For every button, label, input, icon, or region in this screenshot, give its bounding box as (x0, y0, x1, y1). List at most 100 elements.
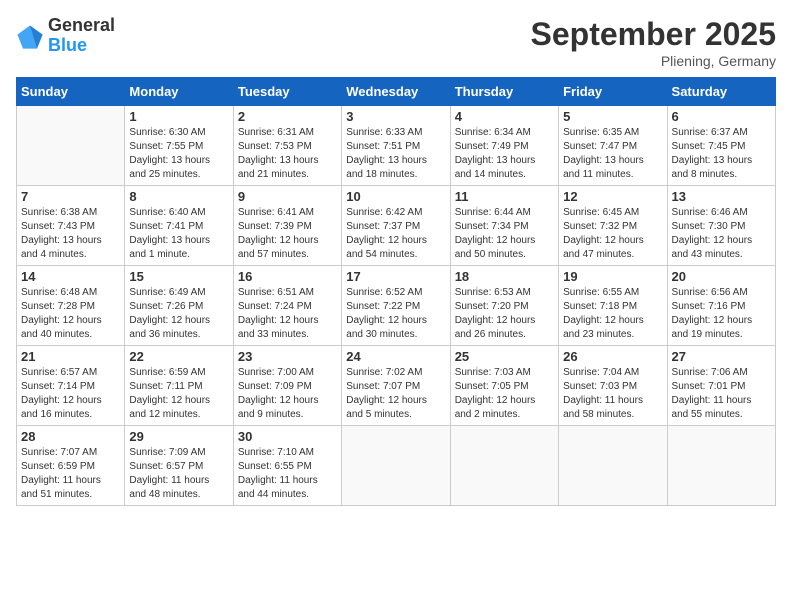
month-title: September 2025 (531, 16, 776, 53)
calendar-table: SundayMondayTuesdayWednesdayThursdayFrid… (16, 77, 776, 506)
day-info: Sunrise: 7:00 AM Sunset: 7:09 PM Dayligh… (238, 366, 337, 422)
day-cell: 9Sunrise: 6:41 AM Sunset: 7:39 PM Daylig… (233, 186, 341, 266)
header-thursday: Thursday (450, 78, 558, 106)
day-info: Sunrise: 7:09 AM Sunset: 6:57 PM Dayligh… (129, 446, 228, 502)
day-cell: 24 Sunrise: 7:02 AM Sunset: 7:07 PM Dayli… (342, 346, 450, 426)
logo-icon (16, 22, 44, 50)
logo-blue-text: Blue (48, 36, 115, 56)
day-number: 16 (238, 269, 337, 284)
day-number: 5 (563, 109, 662, 124)
day-cell: 27 Sunrise: 7:06 AM Sunset: 7:01 PM Dayli… (667, 346, 775, 426)
day-number: 1 (129, 109, 228, 124)
day-cell: 6 Sunrise: 6:37 AM Sunset: 7:45 PM Daylig… (667, 106, 775, 186)
day-number: 15 (129, 269, 228, 284)
day-cell (667, 426, 775, 506)
day-cell: 19 Sunrise: 6:55 AM Sunset: 7:18 PM Dayli… (559, 266, 667, 346)
day-cell: 16 Sunrise: 6:51 AM Sunset: 7:24 PM Dayli… (233, 266, 341, 346)
day-cell: 14Sunrise: 6:48 AM Sunset: 7:28 PM Dayli… (17, 266, 125, 346)
day-info: Sunrise: 7:06 AM Sunset: 7:01 PM Dayligh… (672, 366, 771, 422)
day-cell: 10 Sunrise: 6:42 AM Sunset: 7:37 PM Dayli… (342, 186, 450, 266)
day-cell: 26Sunrise: 7:04 AM Sunset: 7:03 PM Dayli… (559, 346, 667, 426)
day-cell (342, 426, 450, 506)
day-cell (450, 426, 558, 506)
day-info: Sunrise: 7:02 AM Sunset: 7:07 PM Dayligh… (346, 366, 445, 422)
logo: General Blue (16, 16, 115, 56)
day-info: Sunrise: 6:45 AM Sunset: 7:32 PM Dayligh… (563, 206, 662, 262)
day-cell: 17Sunrise: 6:52 AM Sunset: 7:22 PM Dayli… (342, 266, 450, 346)
day-number: 25 (455, 349, 554, 364)
day-cell: 2 Sunrise: 6:31 AM Sunset: 7:53 PM Daylig… (233, 106, 341, 186)
day-info: Sunrise: 6:35 AM Sunset: 7:47 PM Dayligh… (563, 126, 662, 182)
week-row-1: 1Sunrise: 6:30 AM Sunset: 7:55 PM Daylig… (17, 106, 776, 186)
day-info: Sunrise: 7:10 AM Sunset: 6:55 PM Dayligh… (238, 446, 337, 502)
day-number: 24 (346, 349, 445, 364)
day-info: Sunrise: 6:38 AM Sunset: 7:43 PM Dayligh… (21, 206, 120, 262)
logo-general-text: General (48, 16, 115, 36)
day-info: Sunrise: 6:33 AM Sunset: 7:51 PM Dayligh… (346, 126, 445, 182)
header-wednesday: Wednesday (342, 78, 450, 106)
week-row-5: 28 Sunrise: 7:07 AM Sunset: 6:59 PM Dayli… (17, 426, 776, 506)
day-info: Sunrise: 6:42 AM Sunset: 7:37 PM Dayligh… (346, 206, 445, 262)
day-cell: 23 Sunrise: 7:00 AM Sunset: 7:09 PM Dayli… (233, 346, 341, 426)
day-number: 17 (346, 269, 445, 284)
day-info: Sunrise: 6:56 AM Sunset: 7:16 PM Dayligh… (672, 286, 771, 342)
day-number: 23 (238, 349, 337, 364)
week-row-3: 14Sunrise: 6:48 AM Sunset: 7:28 PM Dayli… (17, 266, 776, 346)
day-info: Sunrise: 6:51 AM Sunset: 7:24 PM Dayligh… (238, 286, 337, 342)
day-cell (17, 106, 125, 186)
day-number: 11 (455, 189, 554, 204)
day-cell: 7 Sunrise: 6:38 AM Sunset: 7:43 PM Daylig… (17, 186, 125, 266)
page-header: General Blue September 2025 Pliening, Ge… (16, 16, 776, 69)
header-saturday: Saturday (667, 78, 775, 106)
day-cell: 3 Sunrise: 6:33 AM Sunset: 7:51 PM Daylig… (342, 106, 450, 186)
week-row-4: 21Sunrise: 6:57 AM Sunset: 7:14 PM Dayli… (17, 346, 776, 426)
day-number: 26 (563, 349, 662, 364)
day-info: Sunrise: 6:31 AM Sunset: 7:53 PM Dayligh… (238, 126, 337, 182)
day-info: Sunrise: 6:37 AM Sunset: 7:45 PM Dayligh… (672, 126, 771, 182)
day-info: Sunrise: 7:07 AM Sunset: 6:59 PM Dayligh… (21, 446, 120, 502)
day-cell (559, 426, 667, 506)
day-number: 22 (129, 349, 228, 364)
day-number: 2 (238, 109, 337, 124)
day-number: 19 (563, 269, 662, 284)
day-cell: 8Sunrise: 6:40 AM Sunset: 7:41 PM Daylig… (125, 186, 233, 266)
calendar-header-row: SundayMondayTuesdayWednesdayThursdayFrid… (17, 78, 776, 106)
day-number: 29 (129, 429, 228, 444)
day-number: 27 (672, 349, 771, 364)
day-info: Sunrise: 6:41 AM Sunset: 7:39 PM Dayligh… (238, 206, 337, 262)
day-info: Sunrise: 6:44 AM Sunset: 7:34 PM Dayligh… (455, 206, 554, 262)
day-cell: 18 Sunrise: 6:53 AM Sunset: 7:20 PM Dayli… (450, 266, 558, 346)
day-number: 18 (455, 269, 554, 284)
day-info: Sunrise: 6:34 AM Sunset: 7:49 PM Dayligh… (455, 126, 554, 182)
day-info: Sunrise: 6:57 AM Sunset: 7:14 PM Dayligh… (21, 366, 120, 422)
day-info: Sunrise: 6:55 AM Sunset: 7:18 PM Dayligh… (563, 286, 662, 342)
day-number: 13 (672, 189, 771, 204)
day-cell: 29 Sunrise: 7:09 AM Sunset: 6:57 PM Dayli… (125, 426, 233, 506)
day-info: Sunrise: 6:59 AM Sunset: 7:11 PM Dayligh… (129, 366, 228, 422)
day-cell: 13 Sunrise: 6:46 AM Sunset: 7:30 PM Dayli… (667, 186, 775, 266)
day-info: Sunrise: 6:46 AM Sunset: 7:30 PM Dayligh… (672, 206, 771, 262)
day-info: Sunrise: 6:49 AM Sunset: 7:26 PM Dayligh… (129, 286, 228, 342)
day-number: 30 (238, 429, 337, 444)
day-number: 3 (346, 109, 445, 124)
day-number: 10 (346, 189, 445, 204)
day-cell: 25 Sunrise: 7:03 AM Sunset: 7:05 PM Dayli… (450, 346, 558, 426)
logo-text: General Blue (48, 16, 115, 56)
day-number: 6 (672, 109, 771, 124)
header-sunday: Sunday (17, 78, 125, 106)
day-cell: 12 Sunrise: 6:45 AM Sunset: 7:32 PM Dayli… (559, 186, 667, 266)
day-cell: 5 Sunrise: 6:35 AM Sunset: 7:47 PM Daylig… (559, 106, 667, 186)
day-cell: 15 Sunrise: 6:49 AM Sunset: 7:26 PM Dayli… (125, 266, 233, 346)
day-number: 28 (21, 429, 120, 444)
title-block: September 2025 Pliening, Germany (531, 16, 776, 69)
day-number: 7 (21, 189, 120, 204)
week-row-2: 7 Sunrise: 6:38 AM Sunset: 7:43 PM Daylig… (17, 186, 776, 266)
day-info: Sunrise: 6:53 AM Sunset: 7:20 PM Dayligh… (455, 286, 554, 342)
day-cell: 21Sunrise: 6:57 AM Sunset: 7:14 PM Dayli… (17, 346, 125, 426)
day-number: 4 (455, 109, 554, 124)
day-cell: 20Sunrise: 6:56 AM Sunset: 7:16 PM Dayli… (667, 266, 775, 346)
day-number: 12 (563, 189, 662, 204)
day-info: Sunrise: 7:03 AM Sunset: 7:05 PM Dayligh… (455, 366, 554, 422)
day-cell: 22 Sunrise: 6:59 AM Sunset: 7:11 PM Dayli… (125, 346, 233, 426)
day-cell: 11 Sunrise: 6:44 AM Sunset: 7:34 PM Dayli… (450, 186, 558, 266)
